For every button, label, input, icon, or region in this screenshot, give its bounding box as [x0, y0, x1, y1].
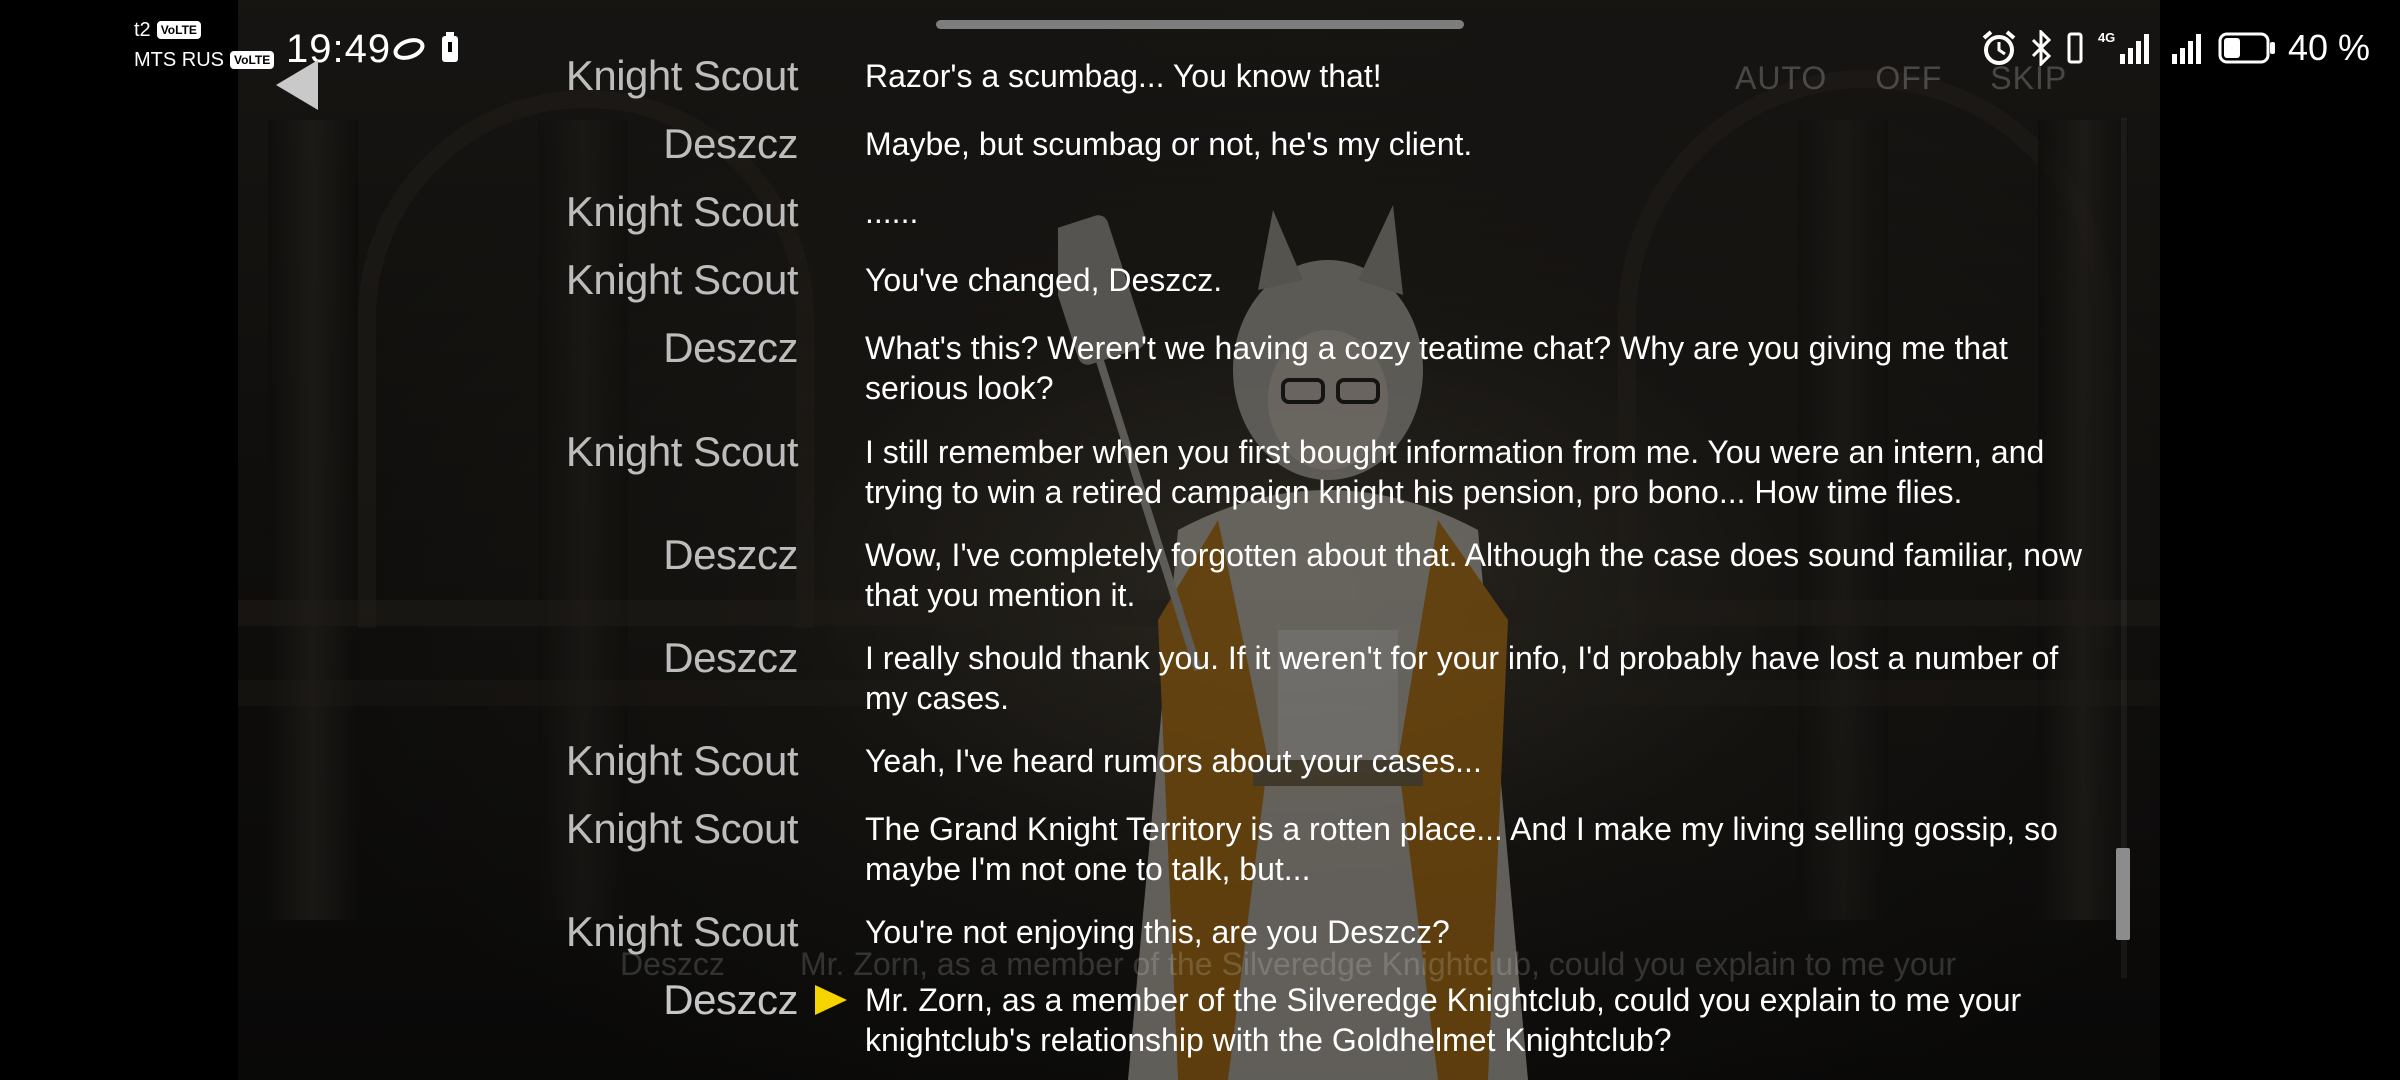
dialogue-text: Wow, I've completely forgotten about tha…: [865, 537, 2082, 613]
speaker-name: Knight Scout: [565, 188, 799, 235]
speaker-name: Knight Scout: [565, 256, 799, 303]
dialogue-text: The Grand Knight Territory is a rotten p…: [865, 811, 2058, 887]
speaker-name: Deszcz: [663, 634, 798, 681]
dialogue-text: Razor's a scumbag... You know that!: [865, 58, 1382, 94]
dialogue-text: What's this? Weren't we having a cozy te…: [865, 330, 2008, 406]
dialogue-text: ......: [865, 194, 919, 230]
dialogue-text: Maybe, but scumbag or not, he's my clien…: [865, 126, 1473, 162]
current-line-arrow-icon: [815, 985, 847, 1015]
speaker-name: Deszcz: [663, 324, 798, 371]
log-scrollbar-thumb[interactable]: [2116, 848, 2130, 940]
speaker-name: Deszcz: [663, 976, 798, 1023]
dialogue-text: I still remember when you first bought i…: [865, 434, 2045, 510]
speaker-name: Knight Scout: [565, 428, 799, 475]
dialogue-text: You've changed, Deszcz.: [865, 262, 1223, 298]
speaker-name: Knight Scout: [565, 737, 799, 784]
dialogue-text: I really should thank you. If it weren't…: [865, 640, 2059, 716]
speaker-name: Deszcz: [663, 120, 798, 167]
speaker-name: Deszcz: [663, 531, 798, 578]
speaker-name: Knight Scout: [565, 805, 799, 852]
speaker-name: Knight Scout: [565, 908, 799, 955]
dialogue-text: Mr. Zorn, as a member of the Silveredge …: [865, 982, 2022, 1058]
speaker-name: Knight Scout: [565, 52, 799, 99]
dialogue-text: Yeah, I've heard rumors about your cases…: [865, 743, 1482, 779]
dialogue-text: You're not enjoying this, are you Deszcz…: [865, 914, 1450, 950]
dialogue-log[interactable]: Knight Scout Razor's a scumbag... You kn…: [0, 0, 2400, 1080]
